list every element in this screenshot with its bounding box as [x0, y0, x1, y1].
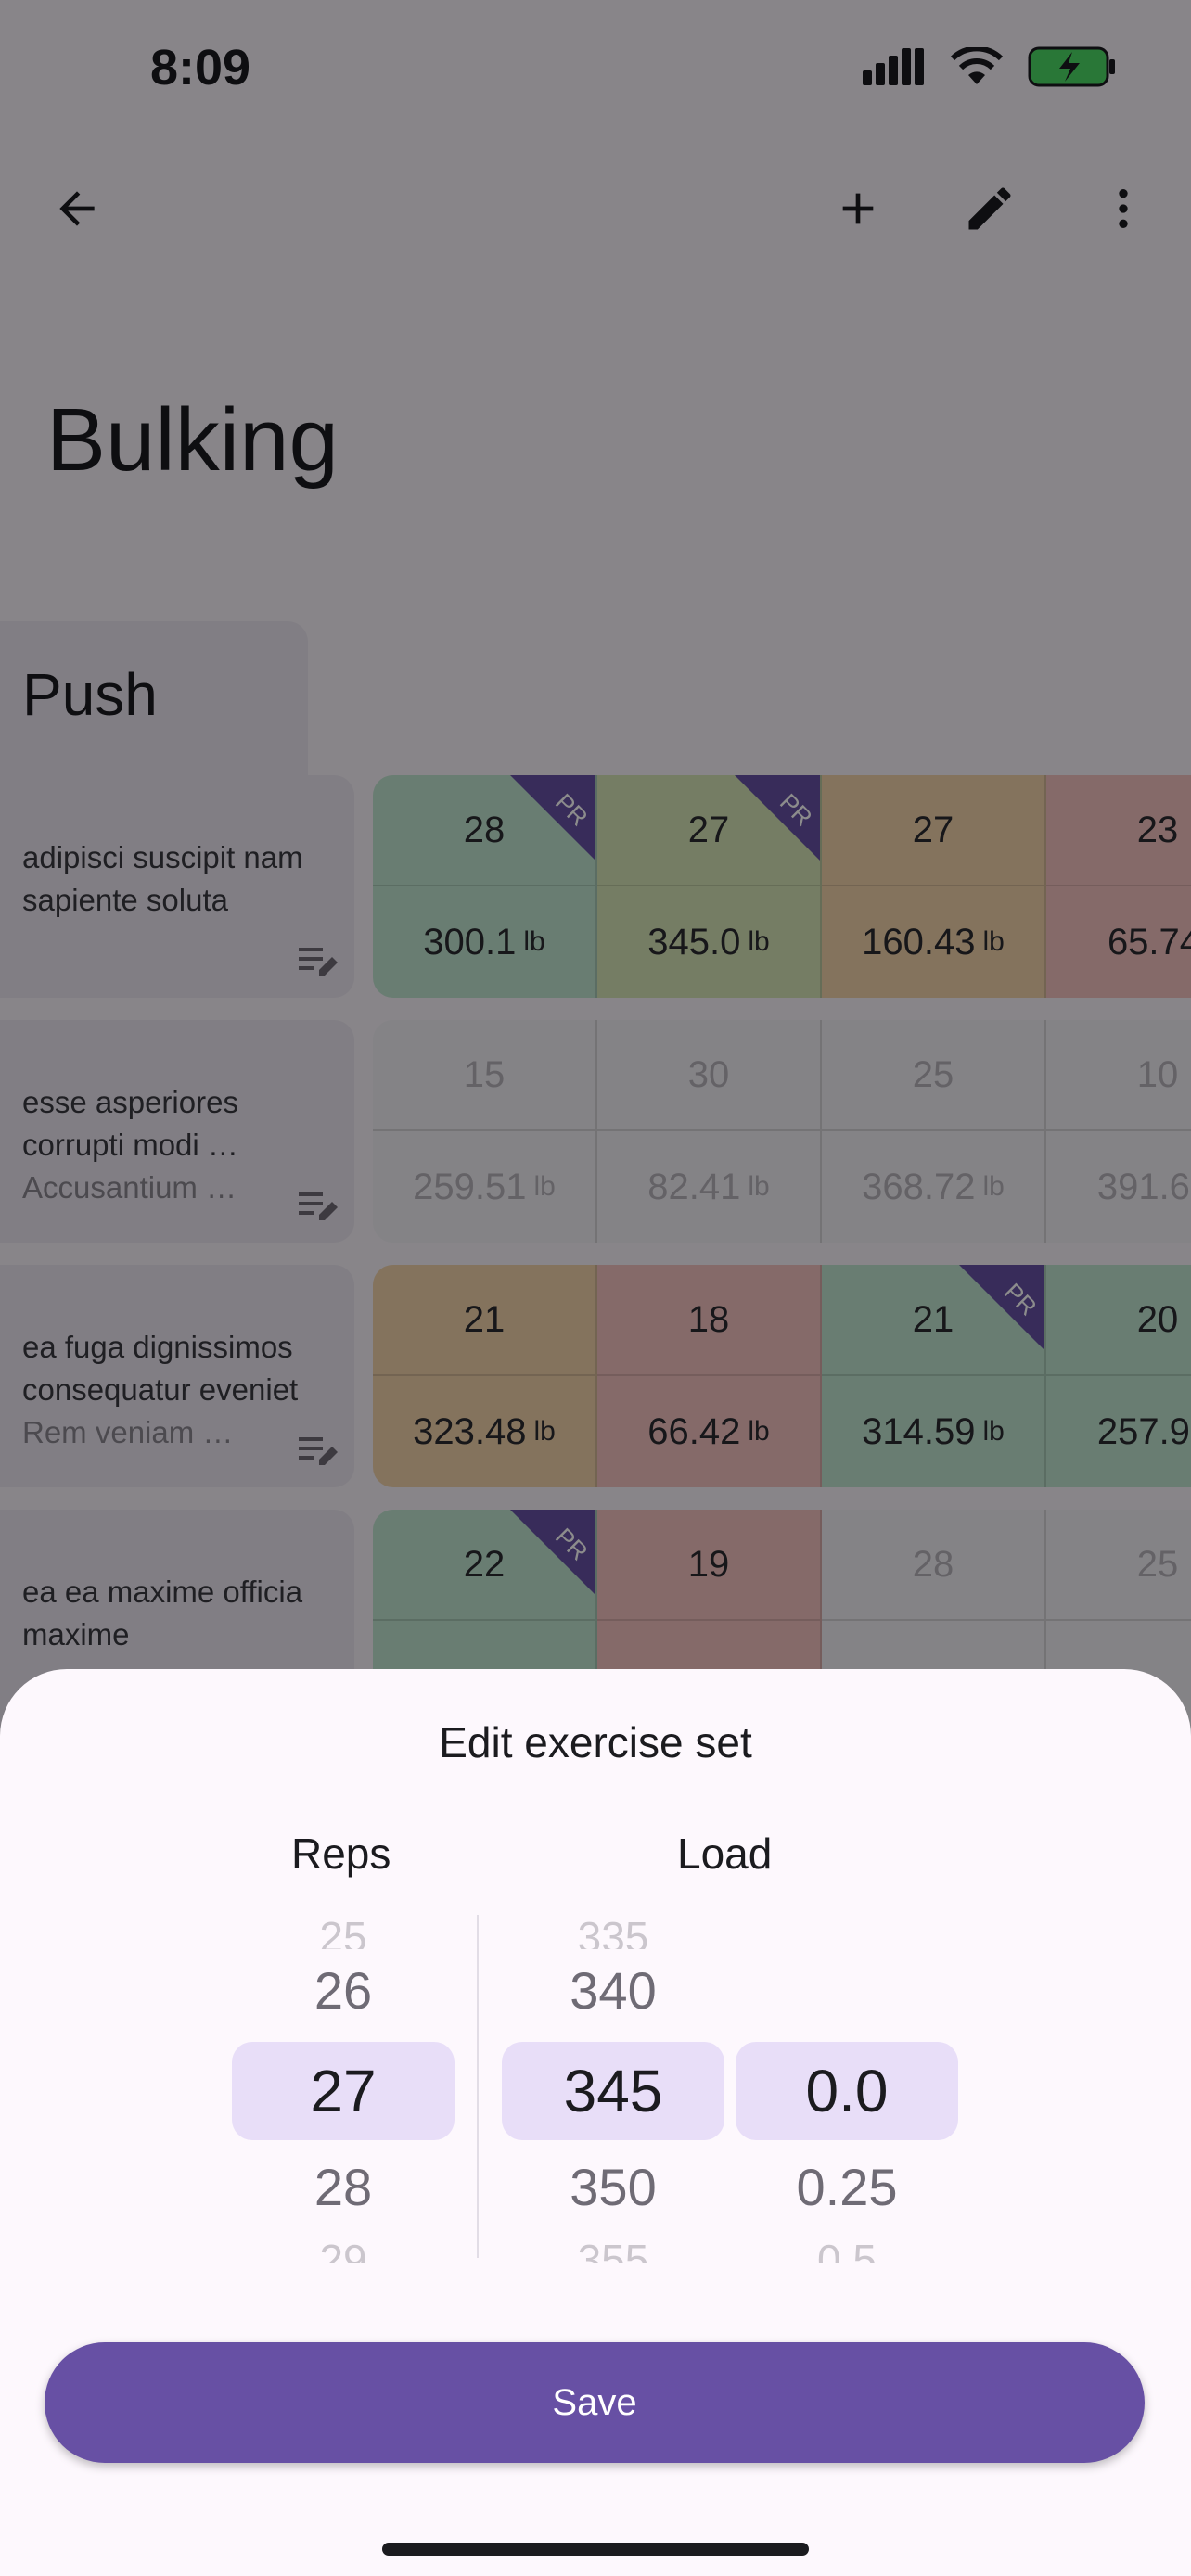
- picker-item[interactable]: 340: [502, 1960, 724, 2021]
- home-indicator[interactable]: [382, 2543, 809, 2556]
- save-button[interactable]: Save: [45, 2342, 1145, 2463]
- picker-item-selected[interactable]: 0.0: [736, 2057, 958, 2125]
- picker-item[interactable]: 355: [502, 2235, 724, 2263]
- reps-header: Reps: [291, 1830, 391, 1878]
- picker-divider: [477, 1915, 479, 2258]
- edit-set-bottom-sheet: Edit exercise set Reps Load 25 26 27 28 …: [0, 1669, 1191, 2576]
- picker-item[interactable]: 335: [502, 1912, 724, 1949]
- picker-item[interactable]: 28: [232, 2157, 455, 2217]
- picker-item[interactable]: 29: [232, 2235, 455, 2263]
- load-header: Load: [677, 1830, 773, 1878]
- picker-item[interactable]: 350: [502, 2157, 724, 2217]
- picker-item[interactable]: 25: [232, 1912, 455, 1949]
- picker-item-selected[interactable]: 27: [232, 2057, 455, 2125]
- workout-screen: 8:09 Bulking Push adipisci suscipit nam …: [0, 0, 1191, 2576]
- picker-item-selected[interactable]: 345: [502, 2057, 724, 2125]
- picker-item[interactable]: 0.25: [736, 2157, 958, 2217]
- picker-item[interactable]: 26: [232, 1960, 455, 2021]
- sheet-title: Edit exercise set: [439, 1718, 752, 1766]
- picker-item[interactable]: 0.5: [736, 2235, 958, 2263]
